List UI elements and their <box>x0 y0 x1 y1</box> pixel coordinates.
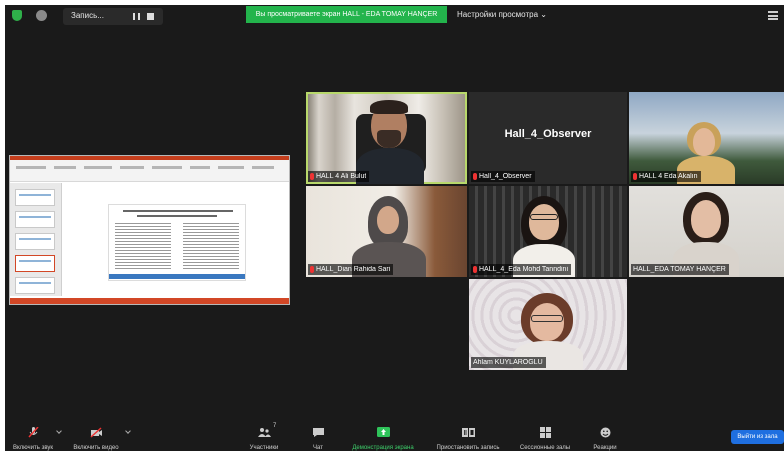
participant-hair <box>370 100 408 114</box>
name-tag: Hall_4_Observer <box>471 171 535 182</box>
slide-thumbnail-pane <box>10 183 62 296</box>
participant-name-large: Hall_4_Observer <box>504 128 592 140</box>
pause-recording-button[interactable]: Приостановить запись <box>429 425 507 451</box>
name-tag: HALL_EDA TOMAY HANÇER <box>631 264 729 275</box>
top-bar: Запись... Вы просматриваете экран HALL -… <box>5 5 784 27</box>
muted-mic-icon <box>633 173 637 180</box>
participant-glasses <box>531 315 563 322</box>
chat-button[interactable]: Чат <box>305 425 331 451</box>
participant-name: Hall_4_Observer <box>479 173 532 180</box>
slide-thumbnail <box>15 277 55 294</box>
share-screen-button[interactable]: Демонстрация экрана <box>347 425 419 451</box>
reaction-smile-icon <box>600 427 610 438</box>
slide-text-column <box>115 223 171 269</box>
video-tile[interactable]: HALL_Dian Rahida Sari <box>306 186 467 277</box>
zoom-meeting-window: Запись... Вы просматриваете экран HALL -… <box>5 5 784 451</box>
muted-mic-icon <box>473 266 477 273</box>
participants-button[interactable]: Участники <box>245 425 283 451</box>
participant-name: HALL 4 Eda Akalın <box>639 173 698 180</box>
chat-bubble-icon <box>312 428 324 437</box>
participant-face <box>529 204 559 240</box>
viewing-share-banner: Вы просматриваете экран HALL - EDA TOMAY… <box>246 6 447 23</box>
pause-recording-label: Приостановить запись <box>436 445 500 451</box>
stop-recording-icon[interactable] <box>147 13 154 20</box>
share-screen-label: Демонстрация экрана <box>352 445 414 451</box>
name-tag: HALL 4 Eda Akalın <box>631 171 701 182</box>
video-tile[interactable]: Ahlam KUYLAROGLU <box>469 279 627 370</box>
view-options-dropdown[interactable]: Настройки просмотра ⌄ <box>457 10 547 19</box>
video-camera-off-icon <box>89 427 102 438</box>
start-video-button[interactable]: Включить видео <box>67 425 125 451</box>
muted-mic-icon <box>473 173 477 180</box>
participant-face <box>530 303 564 341</box>
video-tile-no-video[interactable]: Hall_4_Observer Hall_4_Observer <box>469 92 627 184</box>
recording-label: Запись... <box>71 11 104 20</box>
name-tag: HALL_Dian Rahida Sari <box>308 264 394 275</box>
share-screen-icon <box>376 427 390 437</box>
unmute-button[interactable]: Включить звук <box>7 425 59 451</box>
participants-count: 7 <box>273 423 277 429</box>
participant-name: HALL 4 Ali Bulut <box>316 173 367 180</box>
video-tile[interactable]: HALL 4 Ali Bulut <box>306 92 467 184</box>
name-tag: HALL_4_Eda Mohd Tanndini <box>471 264 571 275</box>
muted-mic-icon <box>310 266 314 273</box>
breakout-rooms-icon <box>539 427 551 438</box>
slide-footer-bar <box>109 274 245 279</box>
video-tile[interactable]: HALL 4 Eda Akalın <box>629 92 784 184</box>
participants-icon <box>257 428 271 437</box>
shared-app-statusbar <box>10 298 289 304</box>
leave-room-button[interactable]: Выйти из зала <box>731 430 784 444</box>
name-tag: HALL 4 Ali Bulut <box>308 171 370 182</box>
participants-label: Участники <box>249 445 279 451</box>
slide-thumbnail <box>15 189 55 206</box>
microphone-muted-icon <box>27 426 39 438</box>
shared-screen-content[interactable] <box>9 155 290 305</box>
slide-title-line <box>123 210 233 212</box>
participant-name: HALL_4_Eda Mohd Tanndini <box>479 266 568 273</box>
unmute-label: Включить звук <box>12 445 53 451</box>
participant-face <box>377 206 399 234</box>
participant-beard <box>377 130 401 148</box>
shared-app-ribbon <box>10 160 289 182</box>
name-tag: Ahlam KUYLAROGLU <box>471 357 546 368</box>
slide-title-line <box>137 215 217 217</box>
slide-text-column <box>183 223 239 269</box>
current-slide <box>108 204 246 281</box>
recording-indicator: Запись... <box>63 8 163 25</box>
reactions-button[interactable]: Реакции <box>585 425 625 451</box>
meeting-controls-toolbar: Включить звук Включить видео Участники 7 <box>5 423 784 451</box>
participant-name: HALL_EDA TOMAY HANÇER <box>633 266 726 273</box>
participant-glasses <box>530 214 558 220</box>
start-video-label: Включить видео <box>73 445 119 451</box>
video-tile[interactable]: HALL_4_Eda Mohd Tanndini <box>469 186 627 277</box>
slide-thumbnail-active <box>15 255 55 272</box>
participant-name: HALL_Dian Rahida Sari <box>316 266 391 273</box>
meeting-info-icon[interactable] <box>36 10 47 21</box>
breakout-rooms-button[interactable]: Сессионные залы <box>513 425 577 451</box>
chat-label: Чат <box>313 445 323 451</box>
muted-mic-icon <box>310 173 314 180</box>
gallery-view-icon[interactable] <box>768 11 778 20</box>
breakout-rooms-label: Сессионные залы <box>519 445 571 451</box>
slide-thumbnail <box>15 211 55 228</box>
reactions-label: Реакции <box>593 445 617 451</box>
security-shield-icon[interactable] <box>12 10 22 21</box>
video-options-caret-icon[interactable] <box>125 428 131 434</box>
participant-face <box>691 200 721 238</box>
participant-name: Ahlam KUYLAROGLU <box>473 359 543 366</box>
video-tile[interactable]: HALL_EDA TOMAY HANÇER <box>629 186 784 277</box>
participant-face <box>693 128 715 156</box>
pause-stop-icon <box>461 428 475 437</box>
pause-recording-icon[interactable] <box>133 13 140 20</box>
slide-thumbnail <box>15 233 55 250</box>
